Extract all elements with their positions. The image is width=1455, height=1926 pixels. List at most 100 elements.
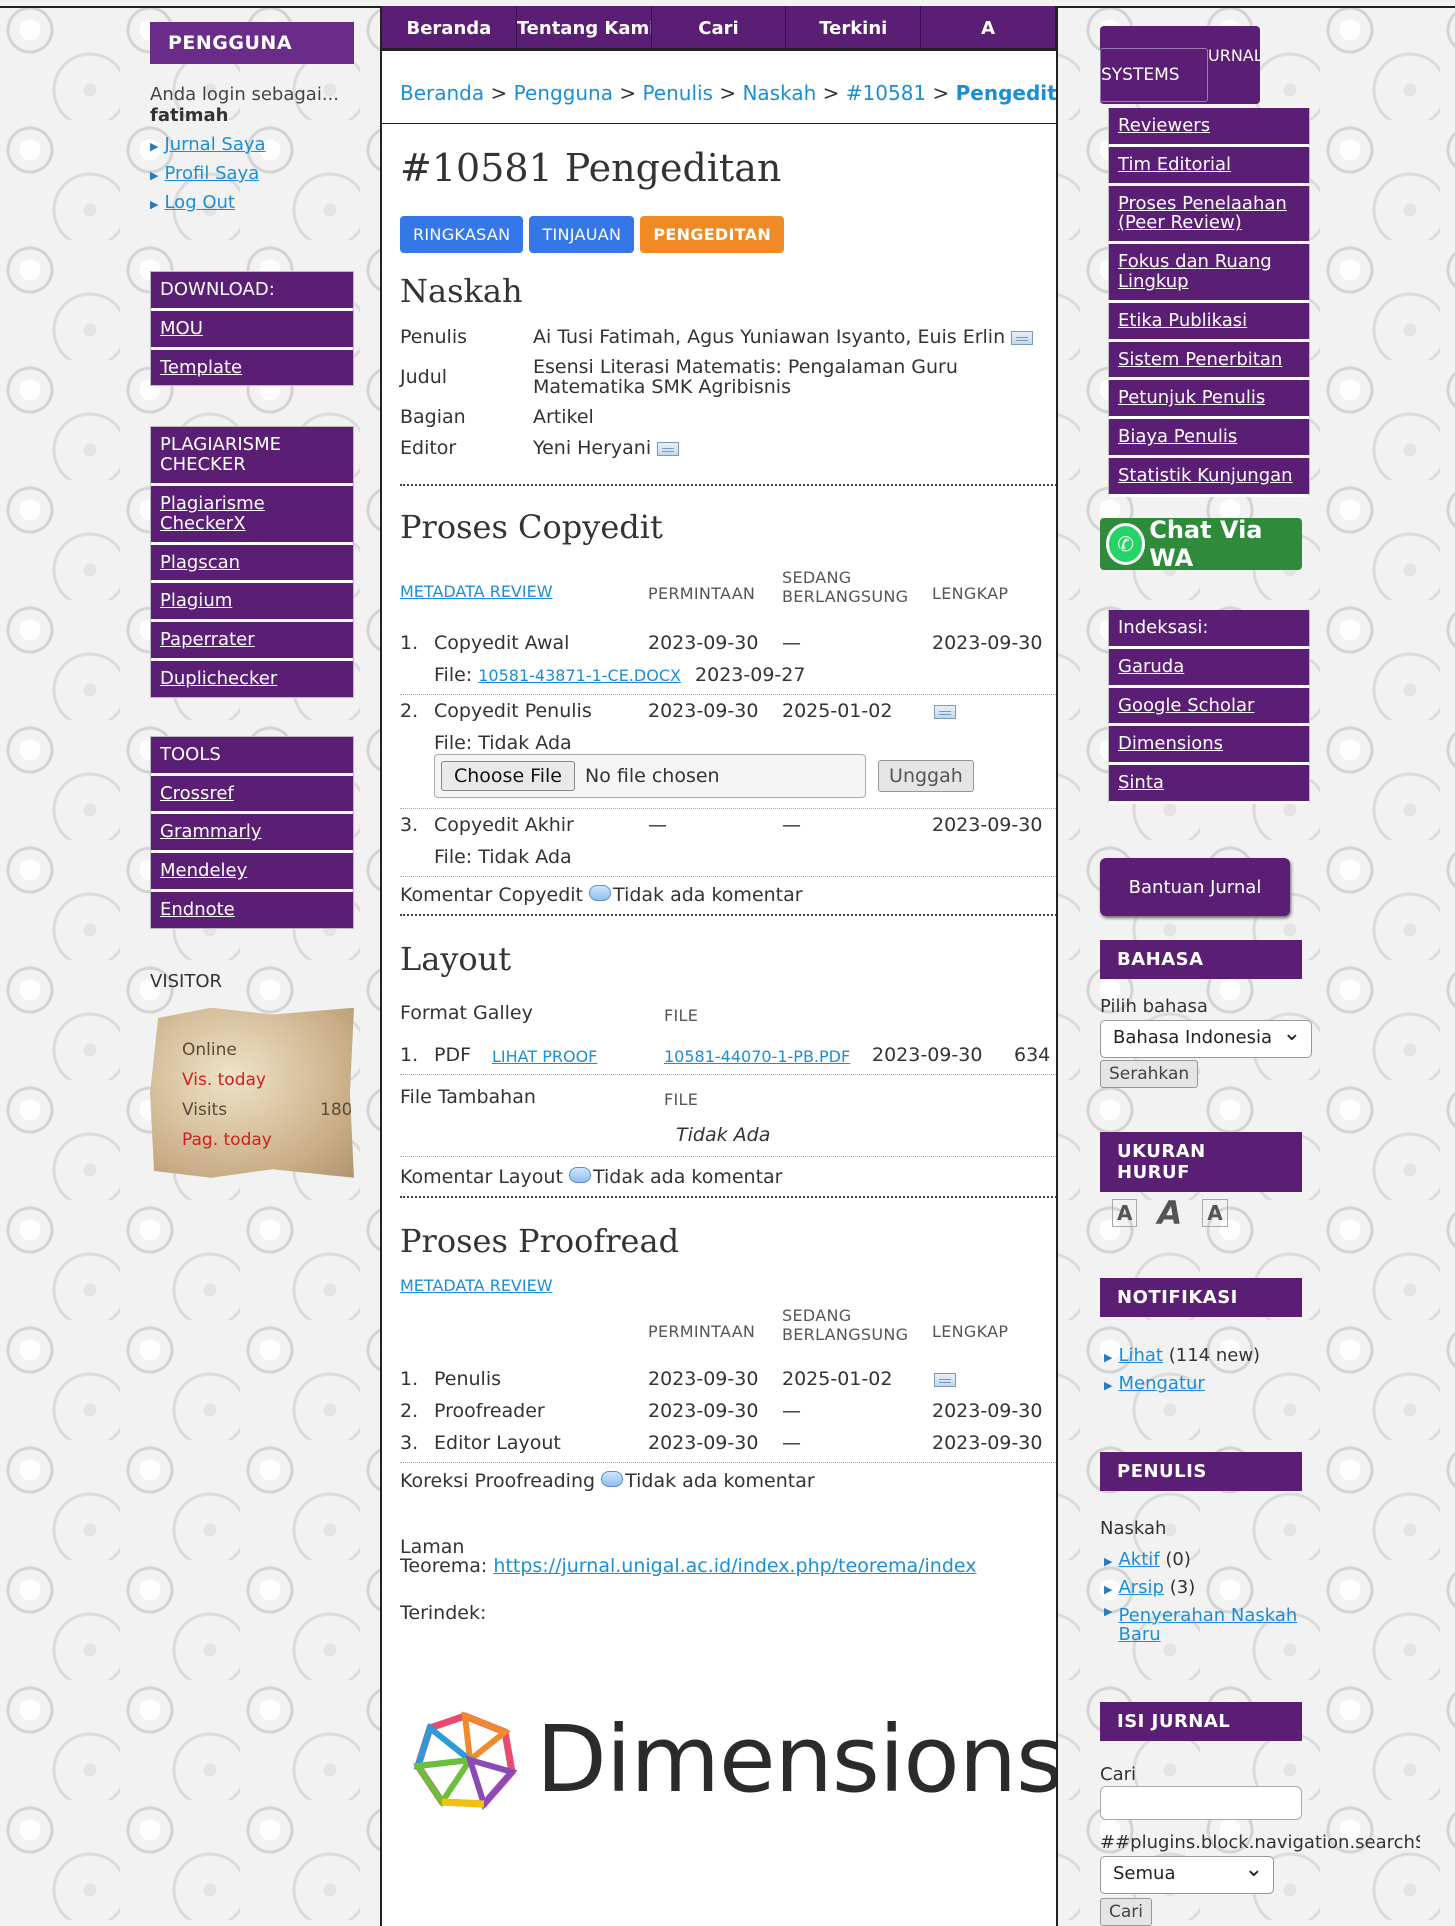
visitor-visits: Visits	[182, 1099, 228, 1120]
my-profile-link[interactable]: Profil Saya	[164, 163, 259, 184]
search-input[interactable]	[1100, 1786, 1302, 1820]
journal-help-button[interactable]: Bantuan Jurnal	[1100, 858, 1290, 916]
copyedit-file-none: File: Tidak Ada	[434, 846, 572, 868]
view-notifications-link[interactable]: Lihat	[1118, 1345, 1163, 1366]
endnote-link[interactable]: Endnote	[160, 899, 235, 920]
tab-editing[interactable]: PENGEDITAN	[640, 216, 785, 253]
menu-item: Garuda	[1108, 648, 1310, 688]
journal-systems-label[interactable]: SYSTEMS	[1100, 48, 1208, 102]
logout-link[interactable]: Log Out	[164, 192, 235, 213]
proofread-row-num: 2.	[400, 1400, 419, 1422]
visitor-counter-widget[interactable]: Online Vis. today Visits 180 Pag. today	[150, 1007, 354, 1178]
dimensions-logo[interactable]: Dimensions	[410, 1706, 1056, 1813]
focus-scope-link[interactable]: Fokus dan Ruang Lingkup	[1118, 251, 1272, 292]
my-journals-link[interactable]: Jurnal Saya	[164, 134, 265, 155]
mou-link[interactable]: MOU	[160, 318, 203, 339]
tab-review[interactable]: TINJAUAN	[529, 216, 635, 253]
template-link[interactable]: Template	[160, 357, 242, 378]
teorema-url-link[interactable]: https://jurnal.unigal.ac.id/index.php/te…	[493, 1555, 976, 1577]
breadcrumb-user[interactable]: Pengguna	[514, 81, 613, 105]
search-scope-select[interactable]: Semua	[1100, 1856, 1274, 1894]
dimensions-logo-icon	[412, 1710, 518, 1810]
galley-format-label: Format Galley	[400, 1002, 533, 1024]
login-username: fatimah	[150, 105, 229, 126]
email-icon[interactable]	[934, 704, 956, 719]
reviewers-link[interactable]: Reviewers	[1118, 115, 1210, 136]
submission-heading: Naskah	[400, 272, 523, 310]
google-scholar-link[interactable]: Google Scholar	[1118, 695, 1254, 716]
nav-tab-current[interactable]: Terkini	[786, 6, 922, 48]
galley-row-date: 2023-09-30	[872, 1044, 983, 1066]
language-submit-button[interactable]: Serahkan	[1100, 1060, 1199, 1088]
choose-file-button[interactable]: Choose File	[441, 761, 575, 791]
breadcrumb-submission-id[interactable]: #10581	[846, 81, 926, 105]
whatsapp-label: Chat Via WA	[1149, 516, 1263, 572]
notification-settings-link[interactable]: Mengatur	[1118, 1373, 1204, 1394]
copyedit-metadata-review-link[interactable]: METADATA REVIEW	[400, 582, 553, 601]
new-submission-link[interactable]: Penyerahan Naskah Baru	[1118, 1605, 1314, 1646]
email-icon[interactable]	[657, 441, 680, 456]
file-input[interactable]: Choose File No file chosen	[434, 754, 866, 798]
breadcrumb-author[interactable]: Penulis	[642, 81, 713, 105]
active-submissions-link[interactable]: Aktif	[1118, 1549, 1159, 1570]
sinta-link[interactable]: Sinta	[1118, 772, 1164, 793]
nav-tab-archives[interactable]: A	[921, 6, 1056, 48]
user-link-item: ▶ Jurnal Saya	[150, 134, 354, 155]
font-default-icon[interactable]: A	[1157, 1194, 1182, 1232]
editor-value: Yeni Heryani	[533, 437, 652, 459]
nav-tab-about[interactable]: Tentang Kami	[517, 6, 652, 48]
col-request: PERMINTAAN	[648, 584, 756, 603]
mendeley-link[interactable]: Mendeley	[160, 860, 247, 881]
editorial-team-link[interactable]: Tim Editorial	[1118, 154, 1231, 175]
tab-summary[interactable]: RINGKASAN	[400, 216, 524, 253]
copyedit-file-link[interactable]: 10581-43871-1-CE.DOCX	[478, 666, 681, 685]
copyedit-row-progress: —	[782, 632, 801, 654]
bullet-icon: ▶	[150, 198, 159, 211]
font-larger-icon[interactable]: A	[1202, 1199, 1228, 1227]
nav-tab-home[interactable]: Beranda	[382, 6, 517, 48]
comment-icon[interactable]	[601, 1470, 624, 1487]
whatsapp-chat-button[interactable]: ✆ Chat Via WA	[1100, 516, 1302, 572]
visitor-online: Online	[182, 1039, 237, 1060]
garuda-link[interactable]: Garuda	[1118, 656, 1184, 677]
supp-file-col: FILE	[664, 1090, 699, 1109]
grammarly-link[interactable]: Grammarly	[160, 821, 262, 842]
font-smaller-icon[interactable]: A	[1112, 1199, 1138, 1227]
archived-submissions-link[interactable]: Arsip	[1118, 1577, 1164, 1598]
plagium-link[interactable]: Plagium	[160, 590, 232, 611]
col-complete: LENGKAP	[932, 584, 1009, 603]
breadcrumb-home[interactable]: Beranda	[400, 81, 484, 105]
plagiarism-checkerx-link[interactable]: Plagiarisme CheckerX	[160, 493, 265, 534]
menu-item: Statistik Kunjungan	[1108, 457, 1310, 497]
author-guidelines-link[interactable]: Petunjuk Penulis	[1118, 387, 1265, 408]
upload-button[interactable]: Unggah	[878, 760, 974, 792]
publishing-system-link[interactable]: Sistem Penerbitan	[1118, 349, 1282, 370]
author-fees-link[interactable]: Biaya Penulis	[1118, 426, 1237, 447]
galley-file-link[interactable]: 10581-44070-1-PB.PDF	[664, 1047, 850, 1066]
proofread-metadata-review-link[interactable]: METADATA REVIEW	[400, 1276, 553, 1295]
language-select[interactable]: Bahasa Indonesia	[1100, 1020, 1312, 1058]
detail-key: Bagian	[400, 406, 466, 428]
journal-page-info: Laman Teorema: https://jurnal.unigal.ac.…	[400, 1538, 977, 1576]
archive-count: (3)	[1169, 1576, 1196, 1598]
section-divider	[400, 1196, 1056, 1198]
nav-tab-search[interactable]: Cari	[652, 6, 787, 48]
notification-item: ▶ Mengatur	[1104, 1373, 1260, 1394]
view-proof-link[interactable]: LIHAT PROOF	[492, 1047, 597, 1066]
comment-icon[interactable]	[568, 1166, 591, 1183]
paperrater-link[interactable]: Paperrater	[160, 629, 255, 650]
plagscan-link[interactable]: Plagscan	[160, 552, 240, 573]
comment-icon[interactable]	[589, 884, 612, 901]
breadcrumb-submissions[interactable]: Naskah	[742, 81, 816, 105]
email-icon[interactable]	[1011, 330, 1034, 345]
detail-row: Penulis Ai Tusi Fatimah, Agus Yuniawan I…	[400, 320, 1042, 354]
dimensions-link[interactable]: Dimensions	[1118, 733, 1223, 754]
crossref-link[interactable]: Crossref	[160, 783, 234, 804]
duplichecker-link[interactable]: Duplichecker	[160, 668, 277, 689]
row-divider	[400, 1156, 1056, 1157]
search-submit-button[interactable]: Cari	[1100, 1898, 1152, 1926]
publication-ethics-link[interactable]: Etika Publikasi	[1118, 310, 1247, 331]
email-icon[interactable]	[934, 1372, 956, 1387]
visitor-statistics-link[interactable]: Statistik Kunjungan	[1118, 465, 1293, 486]
peer-review-link[interactable]: Proses Penelaahan (Peer Review)	[1118, 193, 1287, 234]
